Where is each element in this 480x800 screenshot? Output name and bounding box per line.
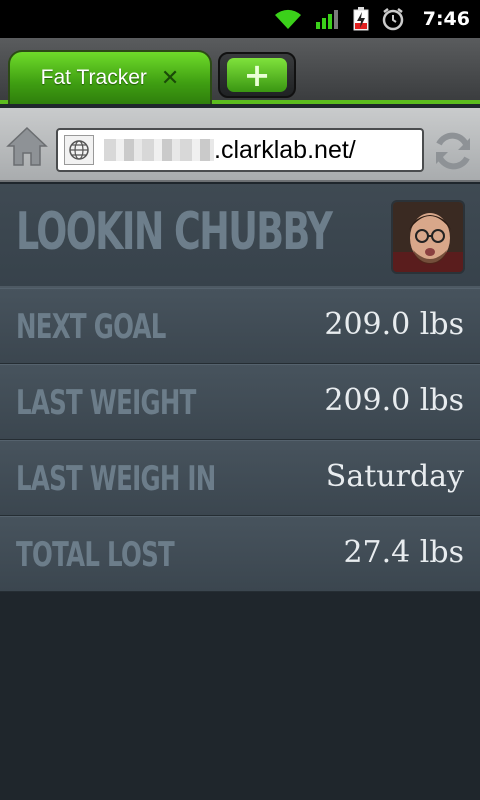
home-icon[interactable] [4, 124, 50, 168]
stat-row-last-weigh-in: LAST WEIGH IN Saturday [0, 440, 480, 516]
tab-title: Fat Tracker [40, 66, 147, 89]
avatar[interactable] [391, 200, 465, 274]
close-tab-icon[interactable]: ✕ [161, 66, 179, 91]
stat-label: LAST WEIGH IN [16, 459, 216, 499]
battery-charging-icon [353, 7, 369, 31]
stat-value: Saturday [325, 459, 464, 494]
stat-label: NEXT GOAL [16, 307, 166, 347]
stat-label: TOTAL LOST [16, 535, 175, 575]
stat-label: LAST WEIGHT [16, 383, 196, 423]
signal-icon [315, 10, 338, 29]
browser-tab-bar: Fat Tracker ✕ + [0, 38, 480, 104]
tab-fat-tracker[interactable]: Fat Tracker ✕ [8, 50, 212, 104]
wifi-icon [274, 9, 301, 29]
page-title: LOOKIN CHUBBY [16, 202, 333, 262]
status-time: 7:46 [422, 8, 470, 30]
url-text: .clarklab.net/ [214, 135, 356, 164]
status-bar: 7:46 [0, 0, 480, 38]
new-tab-button-face: + [227, 58, 287, 92]
stat-row-last-weight: LAST WEIGHT 209.0 lbs [0, 364, 480, 440]
plus-icon: + [243, 56, 271, 94]
redacted-subdomain [104, 139, 214, 161]
browser-url-bar: .clarklab.net/ [0, 108, 480, 182]
stat-row-next-goal: NEXT GOAL 209.0 lbs [0, 288, 480, 364]
refresh-icon[interactable] [430, 128, 476, 174]
page-content: LOOKIN CHUBBY NEXT GOAL 209.0 lbs LAST W… [0, 184, 480, 592]
globe-icon [64, 135, 94, 165]
new-tab-button[interactable]: + [218, 52, 296, 98]
stat-value: 209.0 lbs [324, 383, 464, 418]
stat-row-total-lost: TOTAL LOST 27.4 lbs [0, 516, 480, 592]
url-field[interactable]: .clarklab.net/ [56, 128, 424, 172]
app-header: LOOKIN CHUBBY [0, 184, 480, 288]
alarm-icon [382, 8, 403, 31]
stat-value: 27.4 lbs [343, 535, 464, 570]
stat-value: 209.0 lbs [324, 307, 464, 342]
